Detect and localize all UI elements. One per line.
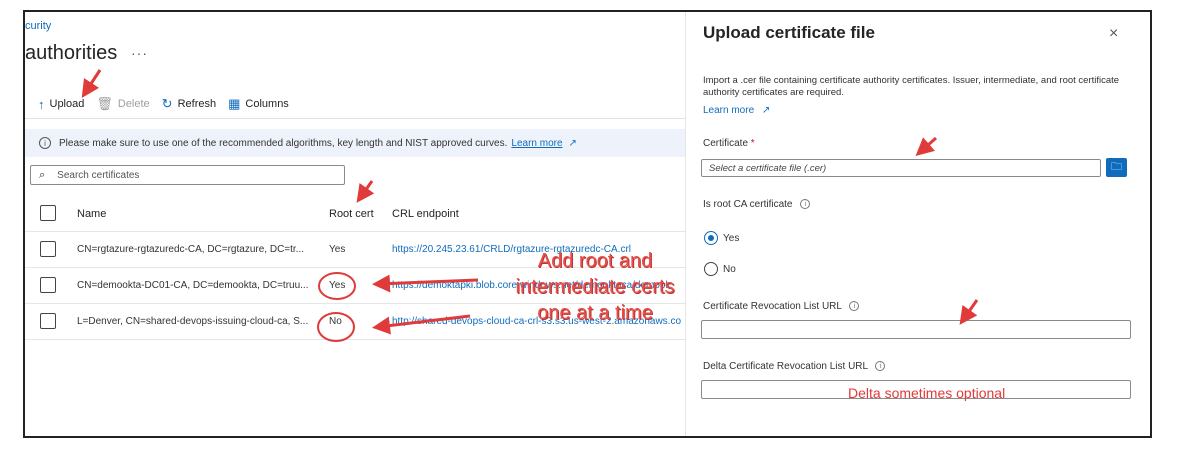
cell-name: CN=rgtazure-rgtazuredc-CA, DC=rgtazure, … <box>77 244 305 255</box>
radio-no-label: No <box>723 263 736 275</box>
cell-name: L=Denver, CN=shared-devops-issuing-cloud… <box>77 316 309 327</box>
breadcrumb[interactable]: curity <box>25 20 51 32</box>
delta-crl-url-label-text: Delta Certificate Revocation List URL <box>703 361 868 372</box>
annotation-main-line1: Add root and <box>537 250 653 272</box>
upload-label: Upload <box>49 98 85 110</box>
column-header-root-cert[interactable]: Root cert <box>329 208 374 220</box>
trash-icon: 🗑 <box>96 96 113 111</box>
info-icon[interactable]: i <box>800 199 811 210</box>
search-placeholder: Search certificates <box>57 169 140 181</box>
select-all-checkbox[interactable] <box>40 205 56 221</box>
frame-bottom-border <box>23 436 1152 438</box>
info-learn-more-link[interactable]: Learn more <box>511 138 562 149</box>
cell-root-cert: Yes <box>329 280 346 291</box>
info-banner: i Please make sure to use one of the rec… <box>25 129 685 157</box>
columns-icon: ▦ <box>228 96 241 111</box>
column-header-name[interactable]: Name <box>77 208 312 220</box>
cell-name: CN=demookta-DC01-CA, DC=demookta, DC=tru… <box>77 280 309 291</box>
browse-folder-button[interactable]: 🗀 <box>1106 158 1127 177</box>
is-root-label-text: Is root CA certificate <box>703 199 793 210</box>
panel-learn-more-link[interactable]: Learn more ↗ <box>703 105 770 116</box>
cell-root-cert: Yes <box>329 244 346 255</box>
crl-url-input[interactable] <box>701 320 1131 339</box>
search-icon: ⌕ <box>39 168 46 181</box>
crl-url-label-text: Certificate Revocation List URL <box>703 301 842 312</box>
row-checkbox[interactable] <box>40 241 56 257</box>
is-root-label: Is root CA certificate i <box>703 199 811 210</box>
radio-yes-label: Yes <box>723 232 740 244</box>
cell-root-cert: No <box>329 316 342 327</box>
info-icon[interactable]: i <box>849 301 860 312</box>
close-icon[interactable]: × <box>1109 25 1118 43</box>
radio-selected-indicator <box>704 231 718 245</box>
columns-label: Columns <box>245 98 289 110</box>
table-header-row: Name Root cert CRL endpoint <box>25 196 685 232</box>
panel-learn-more-label: Learn more <box>703 105 755 116</box>
page-title: authorities <box>25 42 118 64</box>
info-banner-text: Please make sure to use one of the recom… <box>59 137 508 149</box>
annotation-main: Add root and intermediate certs one at a… <box>480 248 710 326</box>
toolbar-divider <box>25 118 685 119</box>
upload-icon: ↑ <box>38 96 45 112</box>
certificate-label: Certificate * <box>703 138 755 149</box>
search-input[interactable]: ⌕ Search certificates <box>30 165 345 185</box>
row-checkbox[interactable] <box>40 277 56 293</box>
refresh-label: Refresh <box>177 98 217 110</box>
certificate-label-text: Certificate <box>703 138 749 149</box>
delete-button[interactable]: 🗑 Delete <box>96 96 149 112</box>
refresh-button[interactable]: ↻ Refresh <box>162 96 216 112</box>
delete-label: Delete <box>117 98 150 110</box>
crl-url-label: Certificate Revocation List URL i <box>703 301 860 312</box>
annotation-delta: Delta sometimes optional <box>848 385 1006 401</box>
certificate-file-input[interactable]: Select a certificate file (.cer) <box>701 159 1101 177</box>
radio-yes[interactable]: Yes <box>704 231 739 245</box>
columns-button[interactable]: ▦ Columns <box>228 96 289 112</box>
column-header-crl-endpoint[interactable]: CRL endpoint <box>392 208 685 220</box>
toolbar: ↑ Upload 🗑 Delete ↻ Refresh ▦ Columns <box>38 96 301 112</box>
external-link-icon: ↗ <box>761 105 771 116</box>
panel-description: Import a .cer file containing certificat… <box>703 75 1120 98</box>
upload-certificate-panel: Upload certificate file × Import a .cer … <box>685 12 1150 436</box>
panel-title: Upload certificate file <box>703 23 875 42</box>
annotation-main-line2: intermediate certs <box>515 276 675 298</box>
required-mark: * <box>750 138 755 149</box>
upload-button[interactable]: ↑ Upload <box>38 97 84 112</box>
info-icon: i <box>39 137 51 149</box>
folder-icon: 🗀 <box>1111 161 1122 173</box>
info-icon[interactable]: i <box>875 361 886 372</box>
refresh-icon: ↻ <box>161 96 173 111</box>
external-link-icon: ↗ <box>568 137 577 149</box>
more-options-button[interactable]: ··· <box>131 45 148 61</box>
row-checkbox[interactable] <box>40 313 56 329</box>
delta-crl-url-label: Delta Certificate Revocation List URL i <box>703 361 886 372</box>
annotation-main-line3: one at a time <box>537 302 653 324</box>
